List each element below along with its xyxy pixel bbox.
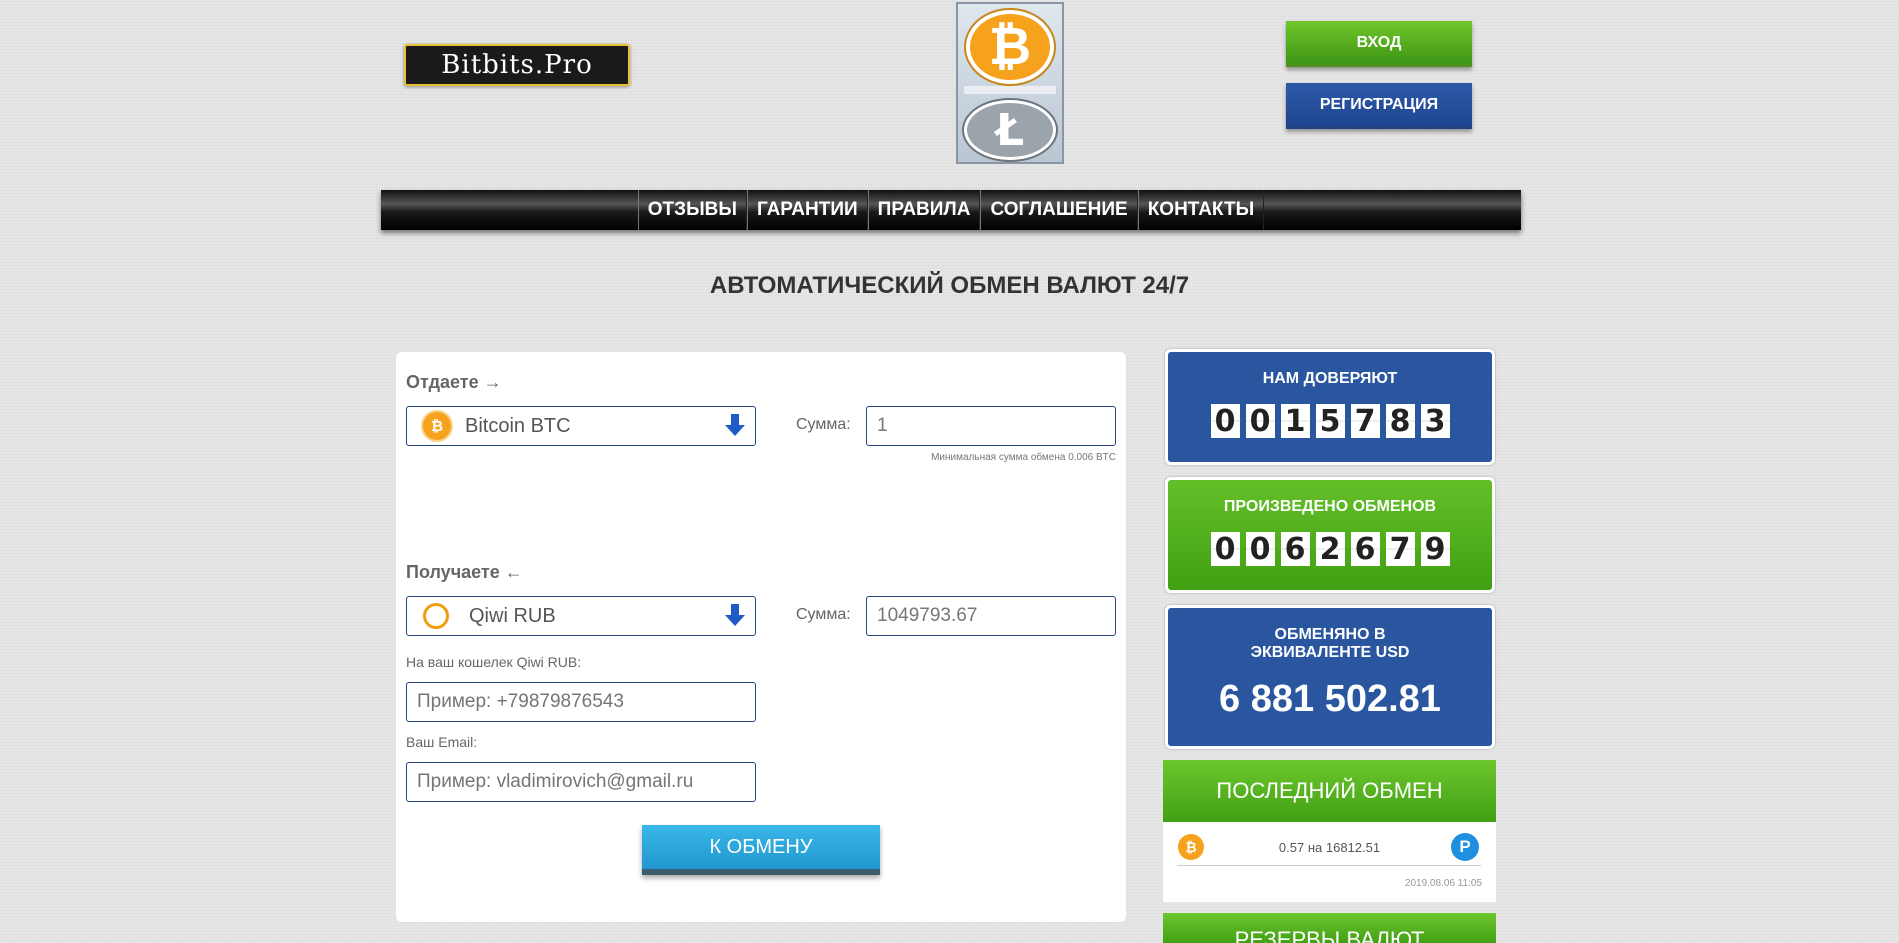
login-button[interactable]: ВХОД bbox=[1286, 21, 1472, 67]
give-sum-input[interactable]: 1 bbox=[866, 406, 1116, 446]
last-exchange-title: ПОСЛЕДНИЙ ОБМЕН bbox=[1216, 778, 1443, 803]
counter-digit: 8 bbox=[1385, 404, 1415, 439]
login-button-label: ВХОД bbox=[1356, 33, 1402, 51]
give-sum-value: 1 bbox=[877, 415, 888, 436]
trust-counter: 0 0 1 5 7 8 3 bbox=[1168, 404, 1492, 439]
last-exchange-header: ПОСЛЕДНИЙ ОБМЕН bbox=[1163, 760, 1496, 822]
nav-item-agreement[interactable]: СОГЛАШЕНИЕ bbox=[980, 190, 1138, 230]
last-exchange-datetime: 2019.08.06 11:05 bbox=[1404, 878, 1482, 889]
site-logo[interactable]: Bitbits.Pro bbox=[404, 44, 630, 86]
counter-digit: 2 bbox=[1315, 532, 1345, 567]
get-currency-value: Qiwi RUB bbox=[469, 604, 556, 627]
usd-volume-card: ОБМЕНЯНО В ЭКВИВАЛЕНТЕ USD 6 881 502.81 bbox=[1165, 605, 1495, 749]
nav-item-guarantees[interactable]: ГАРАНТИИ bbox=[747, 190, 868, 230]
give-sum-label: Сумма: bbox=[796, 416, 851, 433]
nav-item-contacts[interactable]: КОНТАКТЫ bbox=[1137, 190, 1265, 230]
counter-digit: 7 bbox=[1385, 532, 1415, 567]
exchanges-title: ПРОИЗВЕДЕНО ОБМЕНОВ bbox=[1223, 498, 1437, 515]
give-currency-value: Bitcoin BTC bbox=[465, 414, 571, 437]
counter-digit: 0 bbox=[1210, 404, 1240, 439]
exchanges-counter-card: ПРОИЗВЕДЕНО ОБМЕНОВ 0 0 6 2 6 7 9 bbox=[1165, 477, 1495, 593]
page-title: АВТОМАТИЧЕСКИЙ ОБМЕН ВАЛЮТ 24/7 bbox=[709, 272, 1190, 299]
nav-item-reviews[interactable]: ОТЗЫВЫ bbox=[637, 190, 747, 230]
submit-button-label: К ОБМЕНУ bbox=[709, 835, 813, 858]
exchange-submit-button[interactable]: К ОБМЕНУ bbox=[642, 825, 880, 875]
dropdown-arrow-icon bbox=[725, 603, 745, 626]
dropdown-arrow-icon bbox=[725, 413, 745, 436]
main-nav: ОТЗЫВЫ ГАРАНТИИ ПРАВИЛА СОГЛАШЕНИЕ КОНТА… bbox=[381, 190, 1521, 230]
counter-digit: 6 bbox=[1280, 532, 1310, 567]
nav-item-rules[interactable]: ПРАВИЛА bbox=[867, 190, 981, 230]
counter-digit: 3 bbox=[1420, 404, 1450, 439]
qiwi-icon bbox=[423, 603, 449, 629]
get-sum-value: 1049793.67 bbox=[877, 605, 978, 626]
counter-digit: 0 bbox=[1245, 532, 1275, 567]
divider bbox=[1177, 865, 1481, 866]
get-label: Получаете ← bbox=[406, 562, 523, 582]
counter-digit: 1 bbox=[1280, 404, 1310, 439]
bitcoin-icon: ₿ bbox=[966, 10, 1054, 84]
wallet-input[interactable] bbox=[406, 682, 756, 722]
counter-digit: 9 bbox=[1420, 532, 1450, 567]
wallet-label: На ваш кошелек Qiwi RUB: bbox=[406, 654, 582, 670]
email-label: Ваш Email: bbox=[406, 734, 478, 750]
usd-volume-value: 6 881 502.81 bbox=[1219, 678, 1441, 720]
get-currency-select[interactable]: Qiwi RUB bbox=[406, 596, 756, 636]
last-exchange-amounts: 0.57 на 16812.51 bbox=[1278, 840, 1381, 855]
reserves-title: РЕЗЕРВЫ ВАЛЮТ bbox=[1234, 927, 1425, 943]
counter-digit: 0 bbox=[1210, 532, 1240, 567]
logo-text: Bitbits.Pro bbox=[441, 50, 593, 80]
get-sum-input[interactable]: 1049793.67 bbox=[866, 596, 1116, 636]
min-amount-note: Минимальная сумма обмена 0.006 BTC bbox=[931, 452, 1116, 463]
register-button[interactable]: РЕГИСТРАЦИЯ bbox=[1286, 83, 1472, 129]
usd-title-line1: ОБМЕНЯНО В bbox=[1274, 626, 1386, 643]
litecoin-icon: Ł bbox=[964, 100, 1056, 160]
last-exchange-item[interactable]: ₿ 0.57 на 16812.51 P 2019.08.06 11:05 bbox=[1163, 822, 1496, 902]
trust-title: НАМ ДОВЕРЯЮТ bbox=[1262, 370, 1398, 387]
counter-digit: 0 bbox=[1245, 404, 1275, 439]
register-button-label: РЕГИСТРАЦИЯ bbox=[1319, 95, 1439, 113]
email-input[interactable] bbox=[406, 762, 756, 802]
give-currency-select[interactable]: ₿ Bitcoin BTC bbox=[406, 406, 756, 446]
coins-emblem: ₿ Ł bbox=[956, 2, 1064, 164]
usd-title-line2: ЭКВИВАЛЕНТЕ USD bbox=[1250, 644, 1410, 661]
bitcoin-icon: ₿ bbox=[421, 410, 453, 442]
counter-digit: 7 bbox=[1350, 404, 1380, 439]
get-sum-label: Сумма: bbox=[796, 606, 851, 623]
counter-digit: 6 bbox=[1350, 532, 1380, 567]
payeer-icon: P bbox=[1451, 833, 1479, 861]
give-label: Отдаете → bbox=[406, 372, 502, 392]
trust-counter-card: НАМ ДОВЕРЯЮТ 0 0 1 5 7 8 3 bbox=[1165, 349, 1495, 465]
counter-digit: 5 bbox=[1315, 404, 1345, 439]
exchanges-counter: 0 0 6 2 6 7 9 bbox=[1168, 532, 1492, 567]
